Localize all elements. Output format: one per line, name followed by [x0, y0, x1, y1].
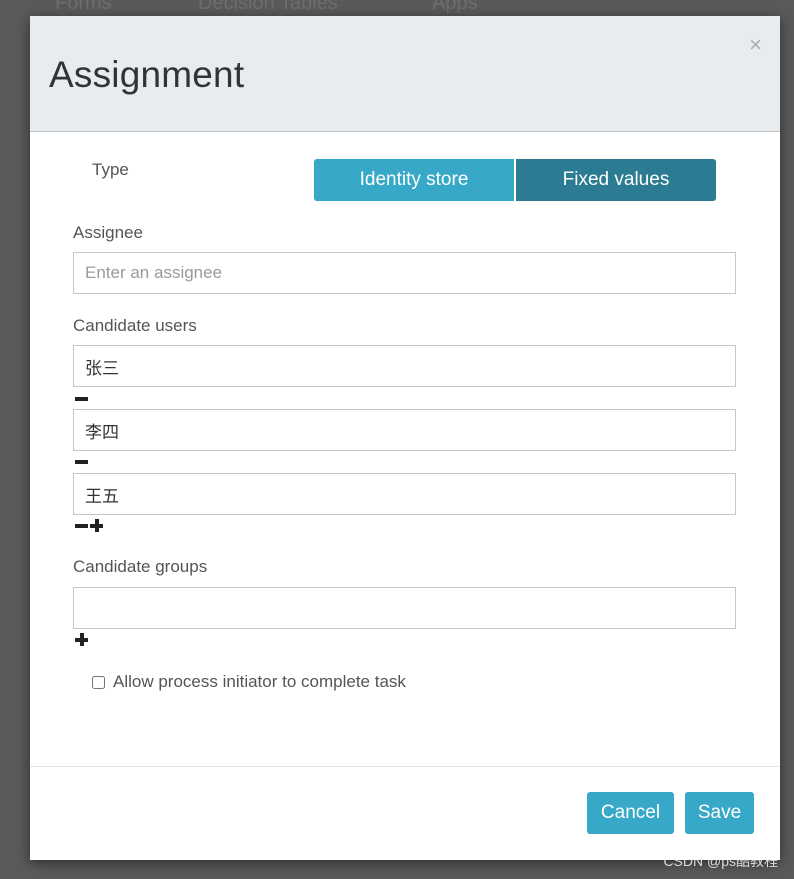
cancel-button[interactable]: Cancel	[587, 792, 674, 834]
type-label: Type	[92, 160, 129, 179]
candidate-user-input-1[interactable]	[73, 345, 736, 387]
allow-initiator-label: Allow process initiator to complete task	[113, 672, 406, 691]
fixed-values-button[interactable]: Fixed values	[516, 159, 716, 201]
candidate-user-2-controls	[75, 455, 88, 468]
allow-initiator-row[interactable]: Allow process initiator to complete task	[92, 672, 406, 692]
candidate-groups-controls	[75, 633, 88, 646]
save-button[interactable]: Save	[685, 792, 754, 834]
bg-nav-apps: Apps	[432, 0, 478, 14]
minus-icon[interactable]	[75, 519, 88, 532]
type-toggle: Identity store Fixed values	[314, 159, 716, 201]
bg-nav-decision-tables: Decision Tables	[198, 0, 338, 14]
candidate-group-input-1[interactable]	[73, 587, 736, 629]
watermark: CSDN @ps酷教程	[663, 853, 778, 869]
dialog-title: Assignment	[49, 54, 245, 95]
allow-initiator-checkbox[interactable]	[92, 675, 105, 689]
minus-icon[interactable]	[75, 392, 88, 405]
candidate-user-1-controls	[75, 392, 88, 405]
candidate-user-input-3[interactable]	[73, 473, 736, 515]
candidate-users-label: Candidate users	[73, 316, 197, 335]
plus-icon[interactable]	[75, 633, 88, 646]
minus-icon[interactable]	[75, 455, 88, 468]
assignee-label: Assignee	[73, 223, 143, 242]
identity-store-button[interactable]: Identity store	[314, 159, 514, 201]
plus-icon[interactable]	[90, 519, 103, 532]
candidate-groups-label: Candidate groups	[73, 557, 208, 576]
dialog-header: Assignment ×	[30, 16, 780, 132]
footer-divider	[30, 766, 780, 767]
candidate-user-input-2[interactable]	[73, 409, 736, 451]
close-icon[interactable]: ×	[749, 34, 762, 56]
bg-nav-forms: Forms	[55, 0, 112, 14]
assignee-input[interactable]	[73, 252, 736, 294]
candidate-user-3-controls	[75, 519, 103, 532]
assignment-dialog: Assignment × Type Identity store Fixed v…	[30, 16, 780, 860]
